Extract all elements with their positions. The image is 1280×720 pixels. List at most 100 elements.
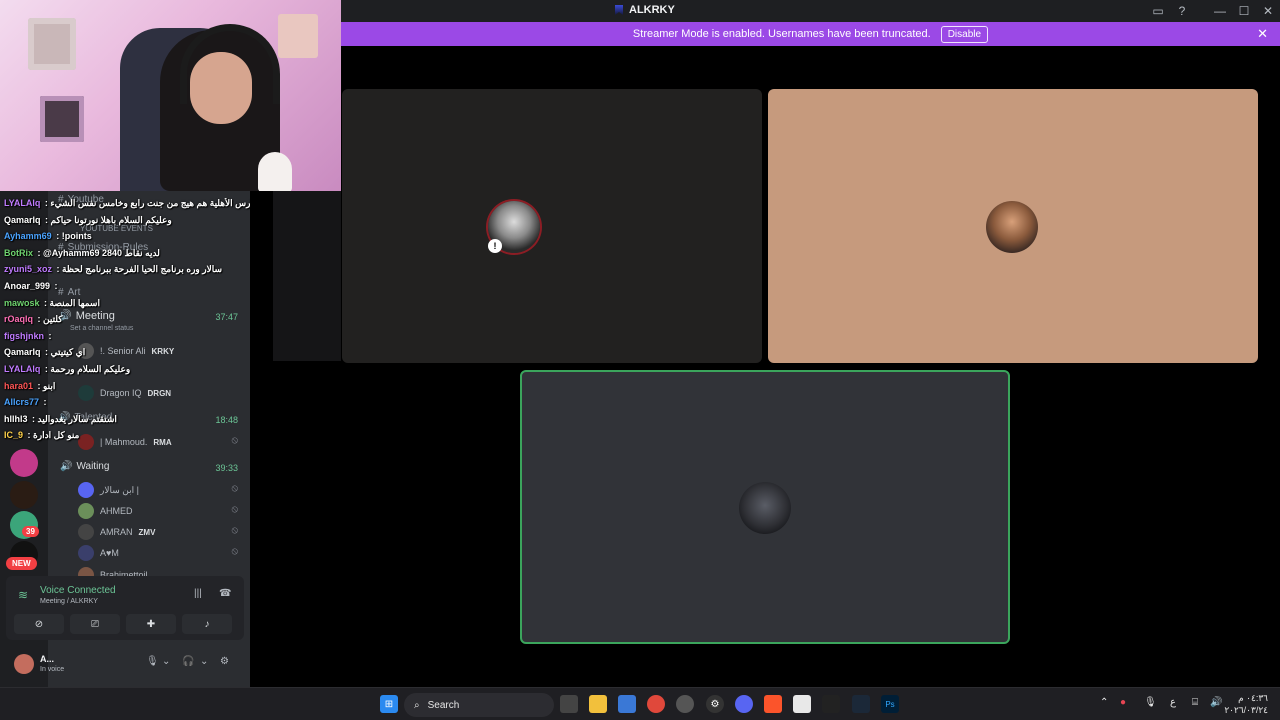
close-icon[interactable]: ✕	[1257, 26, 1268, 42]
status-label: Set a channel status	[70, 325, 134, 332]
gear-icon[interactable]: ⚙	[220, 656, 229, 667]
member-row[interactable]: | Mahmoud. RMA	[78, 434, 172, 450]
chevron-up-icon[interactable]: ⌃	[1100, 697, 1108, 708]
avatar[interactable]	[14, 654, 34, 674]
activities-button[interactable]: ✚	[126, 614, 176, 634]
voice-channel-meeting[interactable]: 🔊 Meeting	[58, 309, 115, 323]
voice-channel-talented[interactable]: 🔊 Talented	[58, 412, 112, 423]
share-screen-button[interactable]: ⎚	[70, 614, 120, 634]
member-name: !. Senior Ali	[100, 346, 146, 356]
minimize-icon[interactable]: —	[1208, 0, 1232, 22]
member-row[interactable]: AHMED	[78, 503, 133, 519]
channel-submission-rules[interactable]: # Submission-Rules	[58, 242, 148, 253]
member-tag: ZMV	[138, 527, 156, 537]
taskbar-search[interactable]: ⌕ Search	[404, 693, 554, 717]
shelf	[278, 14, 318, 58]
channel-art[interactable]: # Art	[58, 287, 80, 298]
channel-label: Waiting	[76, 461, 110, 472]
search-placeholder: Search	[427, 699, 460, 711]
document-icon[interactable]	[793, 695, 811, 713]
hash-icon: #	[58, 287, 64, 298]
avatar	[78, 343, 94, 359]
channel-status[interactable]: Set a channel status	[70, 325, 133, 332]
volume-icon[interactable]: 🔊	[1210, 697, 1222, 708]
voice-connected-panel: ≋ Voice Connected Meeting / ALKRKY ||| ☎…	[6, 576, 244, 640]
app-icon[interactable]	[676, 695, 694, 713]
voice-connected-label[interactable]: Voice Connected	[40, 585, 116, 596]
member-name: | Mahmoud.	[100, 437, 148, 447]
steam-icon[interactable]	[852, 695, 870, 713]
server-icon[interactable]	[10, 481, 38, 509]
channel-label: Youtube	[67, 194, 104, 205]
voice-channel-path[interactable]: Meeting / ALKRKY	[40, 598, 98, 605]
file-explorer-icon[interactable]	[589, 695, 607, 713]
screen-share-icon: ⎚	[91, 618, 99, 630]
window-title: ALKRKY	[615, 4, 675, 16]
close-window-icon[interactable]: ✕	[1256, 0, 1280, 22]
username[interactable]: A...	[40, 654, 54, 664]
webcam-overlay	[0, 0, 341, 191]
mute-icon: ⦸	[231, 546, 238, 557]
task-view-icon[interactable]	[560, 695, 578, 713]
clock-date: ٢٠٢٦/٠٣/٢٤	[1224, 705, 1268, 715]
settings-icon[interactable]: ⚙	[706, 695, 724, 713]
camera-off-button[interactable]: ⊘	[14, 614, 64, 634]
server-icon[interactable]	[10, 449, 38, 477]
system-clock[interactable]: ٠٤:٣٦ م ٢٠٢٦/٠٣/٢٤	[1224, 692, 1268, 716]
member-row[interactable]: Dragon IQ DRGN	[78, 385, 171, 401]
mute-icon: ⦸	[231, 435, 238, 446]
noise-suppression-icon[interactable]: |||	[194, 588, 202, 599]
member-row[interactable]: ابن سالار |	[78, 482, 139, 498]
window-title-text: ALKRKY	[629, 4, 675, 16]
avatar	[78, 503, 94, 519]
channel-label: Submission-Rules	[67, 242, 149, 253]
headphones-icon[interactable]: 🎧	[182, 656, 194, 667]
channel-youtube[interactable]: # Youtube	[58, 194, 104, 205]
member-row[interactable]: A♥M	[78, 545, 119, 561]
soundboard-button[interactable]: ♪	[182, 614, 232, 634]
network-icon[interactable]: ⌸	[1192, 697, 1198, 708]
video-tile-2[interactable]	[768, 89, 1258, 363]
participant-avatar	[986, 201, 1038, 253]
tray-app-icon[interactable]: ●	[1120, 697, 1126, 708]
member-name: AHMED	[100, 506, 133, 516]
microphone-icon[interactable]: 🎙	[146, 656, 159, 667]
clock-time: ٠٤:٣٦ م	[1238, 693, 1268, 703]
member-row[interactable]: !. Senior Ali KRKY	[78, 343, 174, 359]
disconnect-icon[interactable]: ☎	[219, 588, 231, 599]
disable-button[interactable]: Disable	[940, 25, 989, 43]
video-tile-1[interactable]: !	[342, 89, 762, 363]
mute-icon: ⦸	[231, 525, 238, 536]
store-icon[interactable]	[618, 695, 636, 713]
help-icon[interactable]: ?	[1170, 0, 1194, 22]
brave-icon[interactable]	[764, 695, 782, 713]
discord-icon[interactable]	[735, 695, 753, 713]
chevron-down-icon[interactable]: ⌄	[162, 656, 170, 667]
server-logo-icon	[615, 5, 623, 15]
start-icon[interactable]: ⊞	[380, 695, 398, 713]
microphone	[258, 152, 292, 191]
language-indicator[interactable]: ع	[1170, 697, 1176, 708]
window-controls: ▭ ? — ☐ ✕	[1146, 0, 1280, 22]
activities-icon: ✚	[146, 618, 156, 630]
new-badge: NEW	[6, 557, 37, 570]
microphone-icon[interactable]: 🎙	[1144, 697, 1157, 708]
voice-timer: 37:47	[215, 312, 238, 322]
member-name: ابن سالار |	[100, 484, 139, 495]
maximize-icon[interactable]: ☐	[1232, 0, 1256, 22]
video-tile-speaking[interactable]	[520, 370, 1010, 644]
wall-frame	[40, 96, 84, 142]
participant-badge-icon: !	[488, 239, 502, 253]
chrome-icon[interactable]	[647, 695, 665, 713]
category-youtube-events[interactable]: YOUTUBE EVENTS	[80, 224, 153, 233]
hash-icon: #	[58, 194, 64, 205]
capcut-icon[interactable]	[822, 695, 840, 713]
chevron-down-icon[interactable]: ⌄	[200, 656, 208, 667]
voice-channel-waiting[interactable]: 🔊 Waiting	[60, 461, 109, 472]
signal-icon[interactable]: ≋	[18, 588, 28, 602]
search-icon: ⌕	[414, 699, 420, 711]
photoshop-icon[interactable]: Ps	[881, 695, 899, 713]
member-row[interactable]: AMRAN ZMV	[78, 524, 155, 540]
voice-timer: 39:33	[215, 463, 238, 473]
inbox-icon[interactable]: ▭	[1146, 0, 1170, 22]
